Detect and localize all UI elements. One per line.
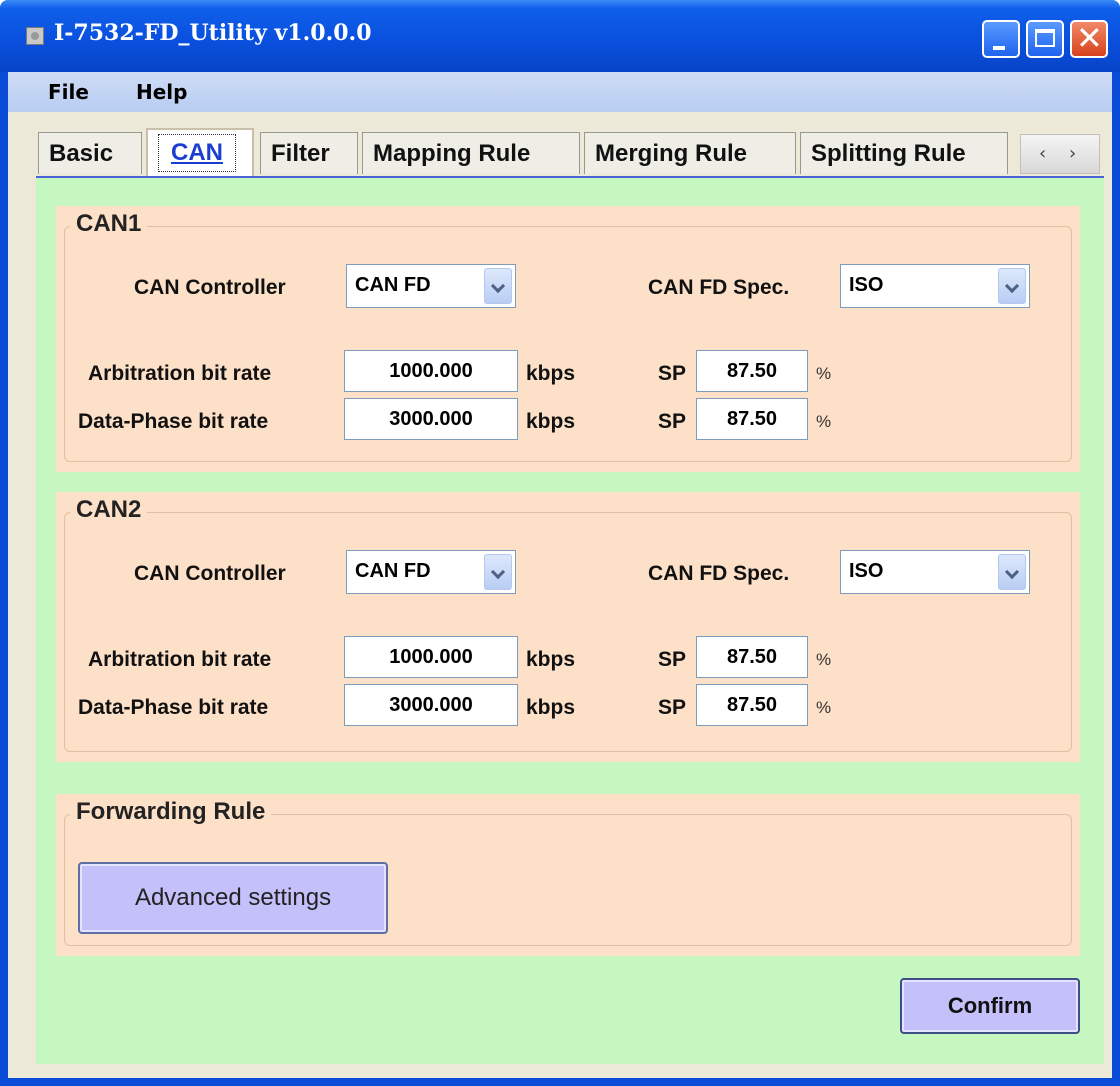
can2-controller-value: CAN FD <box>355 560 431 582</box>
can2-group-title: CAN2 <box>70 496 148 524</box>
can2-group: CAN2 CAN Controller CAN FD CAN FD Spec. … <box>56 492 1080 762</box>
tab-basic[interactable]: Basic <box>38 132 142 174</box>
close-glyph: ✕ <box>1076 19 1103 57</box>
can1-controller-select[interactable]: CAN FD <box>346 264 516 308</box>
chevron-left-icon[interactable]: ‹ <box>1039 135 1046 173</box>
can2-spec-value: ISO <box>849 560 884 582</box>
tab-can[interactable]: CAN <box>146 128 254 178</box>
tab-filter[interactable]: Filter <box>260 132 358 174</box>
tab-can-label: CAN <box>158 134 236 172</box>
can2-controller-label: CAN Controller <box>134 562 286 585</box>
can1-arbitration-unit: kbps <box>526 362 576 385</box>
can2-data-phase-sp-label: SP <box>658 696 687 719</box>
can1-spec-select[interactable]: ISO <box>840 264 1030 308</box>
advanced-settings-button[interactable]: Advanced settings <box>78 862 388 934</box>
menu-file[interactable]: File <box>48 80 89 104</box>
app-window: I-7532-FD_Utility v1.0.0.0 ✕ File Help B… <box>0 0 1120 1086</box>
can1-spec-value: ISO <box>849 274 884 296</box>
can1-data-phase-sp-unit: % <box>816 412 832 431</box>
window-title: I-7532-FD_Utility v1.0.0.0 <box>54 20 372 46</box>
forwarding-rule-title: Forwarding Rule <box>70 798 272 826</box>
can1-arbitration-sp-unit: % <box>816 364 832 383</box>
can1-data-phase-unit: kbps <box>526 410 576 433</box>
can-tab-panel: CAN1 CAN Controller CAN FD CAN FD Spec. … <box>36 176 1104 1064</box>
can1-controller-value: CAN FD <box>355 274 431 296</box>
can1-arbitration-input[interactable]: 1000.000 <box>344 350 518 392</box>
can1-arbitration-sp-input[interactable]: 87.50 <box>696 350 808 392</box>
tab-splitting-rule[interactable]: Splitting Rule <box>800 132 1008 174</box>
can2-controller-select[interactable]: CAN FD <box>346 550 516 594</box>
can2-arbitration-sp-unit: % <box>816 650 832 669</box>
forwarding-rule-group: Forwarding Rule Advanced settings <box>56 794 1080 956</box>
can1-spec-label: CAN FD Spec. <box>648 276 790 299</box>
chevron-down-icon[interactable] <box>998 268 1026 304</box>
tab-scroll-buttons: ‹ › <box>1020 134 1100 174</box>
menu-help[interactable]: Help <box>136 80 187 104</box>
can1-data-phase-sp-input[interactable]: 87.50 <box>696 398 808 440</box>
confirm-button[interactable]: Confirm <box>900 978 1080 1034</box>
can2-arbitration-label: Arbitration bit rate <box>88 648 272 671</box>
menu-bar: File Help <box>8 72 1112 112</box>
can2-arbitration-sp-label: SP <box>658 648 687 671</box>
can2-data-phase-unit: kbps <box>526 696 576 719</box>
can2-arbitration-input[interactable]: 1000.000 <box>344 636 518 678</box>
can2-data-phase-sp-input[interactable]: 87.50 <box>696 684 808 726</box>
can1-arbitration-sp-label: SP <box>658 362 687 385</box>
chevron-down-icon[interactable] <box>998 554 1026 590</box>
maximize-icon[interactable] <box>1026 20 1064 58</box>
can2-spec-select[interactable]: ISO <box>840 550 1030 594</box>
can1-data-phase-label: Data-Phase bit rate <box>78 410 269 433</box>
minimize-icon[interactable] <box>982 20 1020 58</box>
can2-spec-label: CAN FD Spec. <box>648 562 790 585</box>
app-icon[interactable] <box>26 27 44 45</box>
can1-data-phase-sp-label: SP <box>658 410 687 433</box>
tab-mapping-rule[interactable]: Mapping Rule <box>362 132 580 174</box>
can1-controller-label: CAN Controller <box>134 276 286 299</box>
tab-merging-rule[interactable]: Merging Rule <box>584 132 796 174</box>
can2-arbitration-unit: kbps <box>526 648 576 671</box>
title-bar[interactable]: I-7532-FD_Utility v1.0.0.0 ✕ <box>0 0 1120 72</box>
chevron-down-icon[interactable] <box>484 554 512 590</box>
chevron-down-icon[interactable] <box>484 268 512 304</box>
can1-data-phase-input[interactable]: 3000.000 <box>344 398 518 440</box>
can2-arbitration-sp-input[interactable]: 87.50 <box>696 636 808 678</box>
chevron-right-icon[interactable]: › <box>1069 135 1076 173</box>
client-area: File Help Basic CAN Filter Mapping Rule … <box>8 72 1112 1078</box>
can1-arbitration-label: Arbitration bit rate <box>88 362 272 385</box>
can1-group: CAN1 CAN Controller CAN FD CAN FD Spec. … <box>56 206 1080 472</box>
can1-group-title: CAN1 <box>70 210 148 238</box>
can2-data-phase-label: Data-Phase bit rate <box>78 696 269 719</box>
close-icon[interactable]: ✕ <box>1070 19 1108 58</box>
can2-data-phase-sp-unit: % <box>816 698 832 717</box>
can2-data-phase-input[interactable]: 3000.000 <box>344 684 518 726</box>
